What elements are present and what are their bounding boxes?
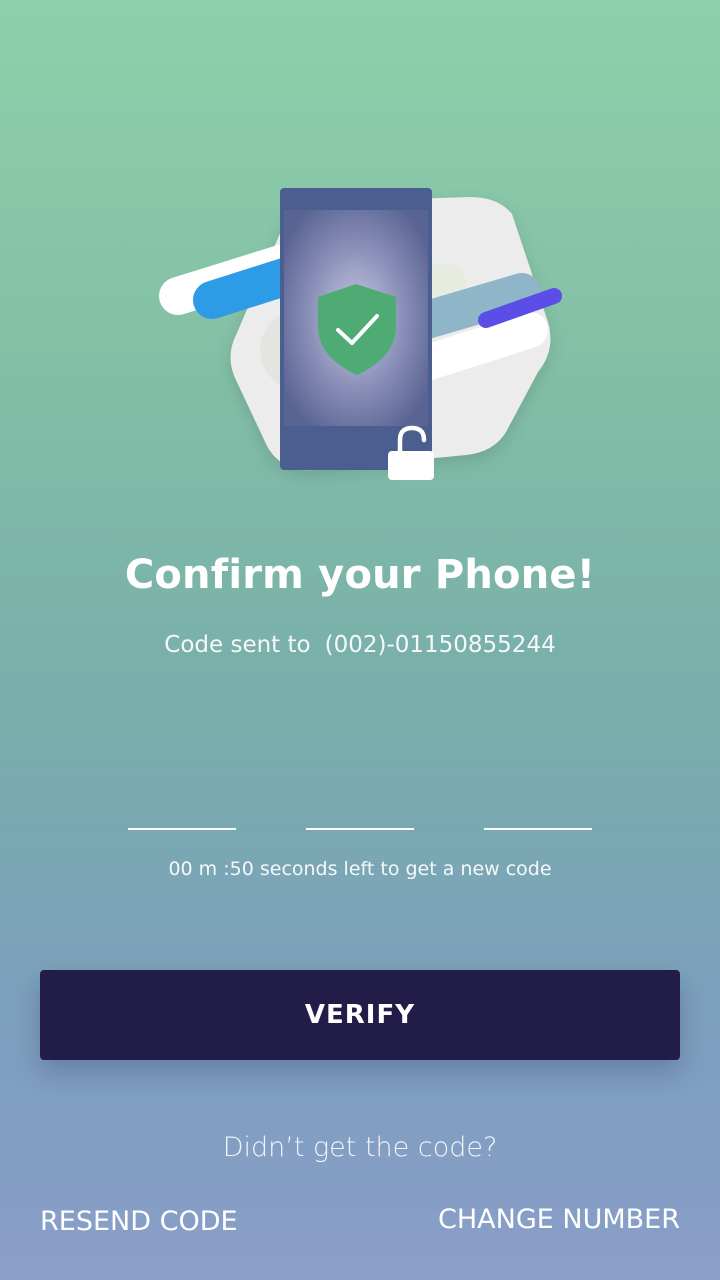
- phone-verification-illustration: [159, 188, 562, 480]
- code-sent-label: Code sent to: [164, 632, 311, 658]
- code-digit-field-1[interactable]: [128, 780, 236, 830]
- resend-code-button[interactable]: RESEND CODE: [40, 1206, 238, 1237]
- verification-code-inputs: [128, 780, 592, 830]
- page-title: Confirm your Phone!: [124, 552, 596, 598]
- didnt-get-code-text: Didn’t get the code?: [222, 1132, 498, 1163]
- phone-number: (002)-01150855244: [324, 632, 556, 658]
- code-digit-field-3[interactable]: [484, 780, 592, 830]
- verify-button[interactable]: VERIFY: [40, 970, 680, 1060]
- change-number-button[interactable]: CHANGE NUMBER: [438, 1204, 680, 1235]
- resend-countdown-text: 00 m :50 seconds left to get a new code: [168, 858, 552, 880]
- code-digit-field-2[interactable]: [306, 780, 414, 830]
- code-sent-subtitle: Code sent to (002)-01150855244: [0, 632, 720, 658]
